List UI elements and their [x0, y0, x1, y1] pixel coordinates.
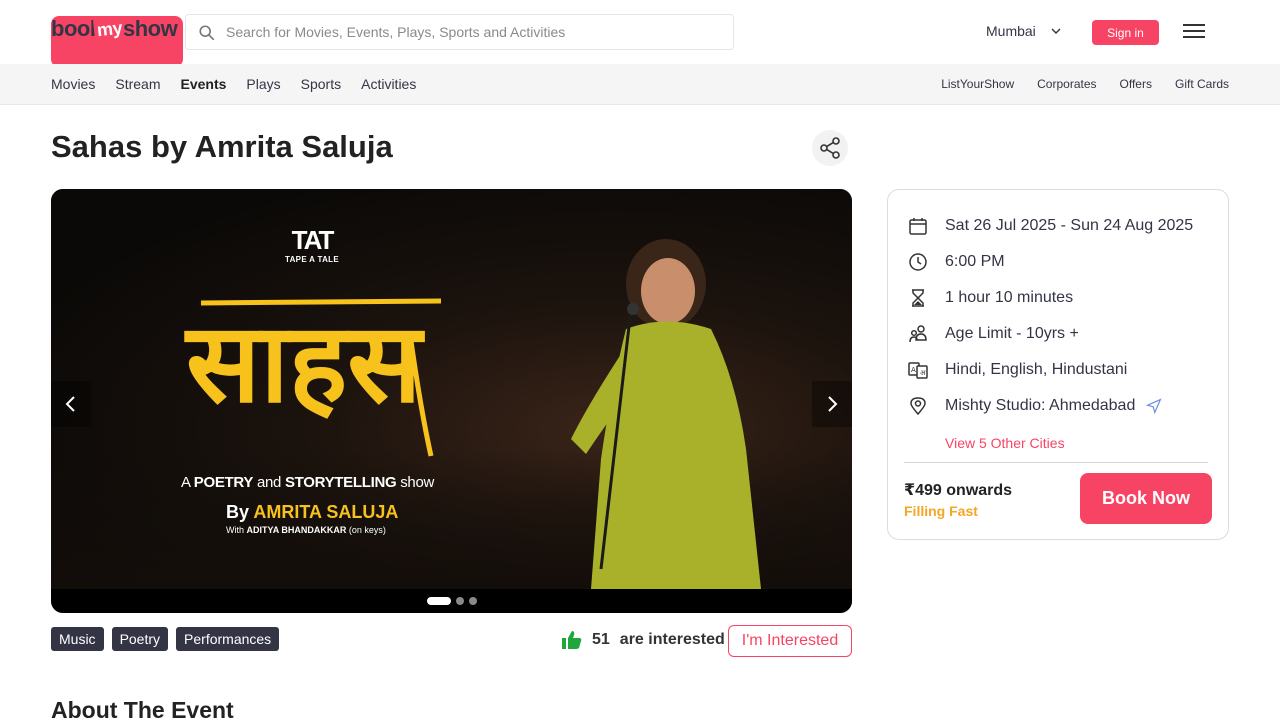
brand-text: TAPE A TALE [285, 255, 339, 264]
bookmyshow-logo[interactable]: book my show [51, 14, 183, 67]
svg-text:साहस: साहस [184, 299, 425, 427]
language-row: Aअ Hindi, English, Hindustani [908, 360, 1127, 380]
event-info-card: Sat 26 Jul 2025 - Sun 24 Aug 2025 6:00 P… [887, 189, 1229, 540]
banner-withline: With ADITYA BHANDAKKAR (on keys) [226, 525, 386, 535]
city-label: Mumbai [986, 23, 1036, 39]
availability-status: Filling Fast [904, 503, 978, 519]
withline-part: ADITYA BHANDAKKAR [246, 525, 347, 535]
tape-a-tale-logo: TAT TAPE A TALE [277, 225, 347, 264]
view-other-cities-link[interactable]: View 5 Other Cities [945, 435, 1065, 451]
time-row: 6:00 PM [908, 252, 1005, 272]
clock-icon [909, 253, 927, 271]
navigation-arrow-icon[interactable] [1146, 398, 1162, 414]
svg-text:A: A [911, 366, 916, 374]
event-time: 6:00 PM [945, 253, 1005, 270]
tagline-part: A [181, 474, 194, 491]
nav-activities[interactable]: Activities [361, 76, 416, 92]
language-icon: Aअ [908, 362, 928, 379]
carousel-indicators [51, 589, 852, 613]
share-icon [820, 137, 840, 159]
tag-poetry[interactable]: Poetry [111, 627, 169, 651]
date-row: Sat 26 Jul 2025 - Sun 24 Aug 2025 [908, 216, 1193, 236]
logo-show: show [123, 16, 178, 41]
carousel-dot[interactable] [426, 597, 451, 605]
tag-performances[interactable]: Performances [176, 627, 280, 651]
event-duration: 1 hour 10 minutes [945, 289, 1074, 306]
nav-offers[interactable]: Offers [1120, 77, 1152, 91]
withline-part: (on keys) [346, 525, 386, 535]
duration-row: 1 hour 10 minutes [908, 288, 1073, 308]
nav-plays[interactable]: Plays [246, 76, 280, 92]
performer-image [571, 239, 761, 589]
nav-gift-cards[interactable]: Gift Cards [1175, 77, 1229, 91]
search-icon [199, 25, 215, 41]
share-button[interactable] [812, 130, 848, 166]
search-bar[interactable] [185, 14, 734, 50]
nav-sports[interactable]: Sports [301, 76, 341, 92]
event-age-limit: Age Limit - 10yrs + [945, 325, 1079, 342]
interested-number: 51 [592, 631, 610, 648]
nav-events[interactable]: Events [180, 76, 226, 92]
sign-in-button[interactable]: Sign in [1092, 20, 1159, 45]
event-date: Sat 26 Jul 2025 - Sun 24 Aug 2025 [945, 217, 1194, 234]
tagline-part: POETRY [193, 474, 254, 491]
withline-part: With [226, 525, 247, 535]
im-interested-button[interactable]: I'm Interested [728, 625, 852, 657]
top-header: book my show Mumbai Sign in [0, 0, 1280, 67]
svg-text:अ: अ [920, 369, 926, 377]
venue-row[interactable]: Mishty Studio: Ahmedabad [908, 396, 1162, 416]
logo-my: my [92, 16, 127, 43]
location-pin-icon [910, 397, 926, 416]
tagline-part: and [253, 474, 285, 491]
chevron-down-icon [1051, 28, 1061, 34]
nav-stream[interactable]: Stream [115, 76, 160, 92]
nav-corporates[interactable]: Corporates [1037, 77, 1096, 91]
category-nav: Movies Stream Events Plays Sports Activi… [0, 64, 1280, 105]
event-venue[interactable]: Mishty Studio: Ahmedabad [945, 397, 1135, 415]
city-selector[interactable]: Mumbai [986, 23, 1062, 39]
brand-mark: TAT [291, 225, 335, 255]
interest-count: 51 are interested [562, 631, 725, 649]
tag-music[interactable]: Music [51, 627, 104, 651]
tagline-part: show [396, 474, 435, 491]
banner-tagline: A POETRY and STORYTELLING show [181, 474, 434, 491]
carousel-dot[interactable] [468, 597, 477, 605]
chevron-right-icon [828, 396, 838, 412]
hourglass-icon [912, 289, 924, 307]
calendar-icon [909, 218, 927, 235]
event-banner-carousel[interactable]: TAT TAPE A TALE साहस A POETRY and STORYT… [51, 189, 852, 613]
genre-tags: Music Poetry Performances [51, 627, 280, 651]
book-now-button[interactable]: Book Now [1080, 473, 1212, 524]
hindi-title-graphic: साहस [184, 298, 442, 457]
carousel-prev-button[interactable] [51, 381, 91, 427]
nav-movies[interactable]: Movies [51, 76, 95, 92]
byline-performer: AMRITA SALUJA [253, 502, 399, 522]
carousel-dot[interactable] [455, 597, 464, 605]
interested-label: are interested [619, 631, 725, 648]
age-limit-icon [909, 325, 927, 343]
ticket-price: ₹499 onwards [904, 482, 1013, 499]
tagline-part: STORYTELLING [284, 474, 397, 491]
nav-list-your-show[interactable]: ListYourShow [941, 77, 1014, 91]
event-languages: Hindi, English, Hindustani [945, 361, 1128, 378]
event-title: Sahas by Amrita Saluja [51, 129, 393, 164]
age-row: Age Limit - 10yrs + [908, 324, 1079, 344]
thumbs-up-icon [562, 631, 582, 649]
banner-byline: By AMRITA SALUJA [226, 502, 398, 523]
carousel-next-button[interactable] [812, 381, 852, 427]
search-input[interactable] [226, 15, 726, 49]
chevron-left-icon [65, 396, 75, 412]
divider [904, 462, 1208, 463]
hamburger-menu-icon[interactable] [1183, 22, 1205, 40]
byline-by: By [226, 502, 254, 522]
